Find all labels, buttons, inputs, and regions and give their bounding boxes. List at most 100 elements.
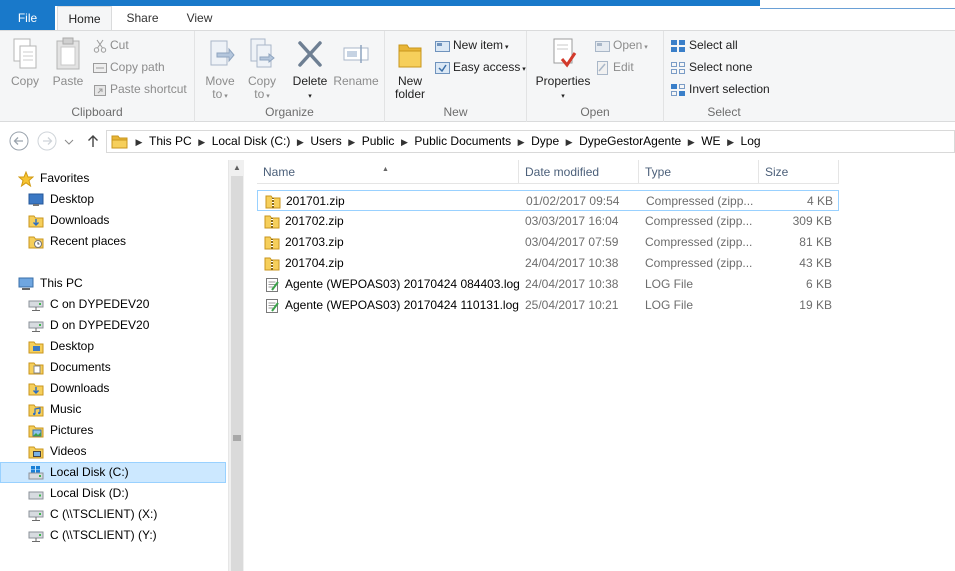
nav-music[interactable]: Music <box>0 399 226 420</box>
breadcrumb-dypegestoragente[interactable]: DypeGestorAgente <box>575 131 685 152</box>
select-none-button[interactable]: Select none <box>670 58 752 76</box>
copy-to-button[interactable]: Copy to ▾ <box>243 37 281 103</box>
nav-this-pc[interactable]: This PC <box>0 273 226 294</box>
cut-button[interactable]: Cut <box>93 36 129 54</box>
copy-button[interactable]: Copy <box>6 37 44 88</box>
nav-downloads-favorite[interactable]: Downloads <box>0 210 226 231</box>
tab-home[interactable]: Home <box>57 6 112 31</box>
clipboard-group-label: Clipboard <box>71 105 123 119</box>
open-group: Properties ▾ Open ▾ Edit Open <box>527 31 664 122</box>
network-drive-icon <box>28 300 44 311</box>
file-row[interactable]: 201702.zip 03/03/2017 16:04 Compressed (… <box>257 211 839 232</box>
column-type-label: Type <box>645 165 672 179</box>
rename-icon <box>343 45 369 63</box>
column-header-size[interactable]: Size <box>759 160 839 184</box>
breadcrumb-separator-icon[interactable]: ▶ <box>515 132 527 153</box>
new-item-button[interactable]: New item ▾ <box>435 36 508 54</box>
nav-desktop[interactable]: Desktop <box>0 336 226 357</box>
select-all-button[interactable]: Select all <box>670 36 738 54</box>
breadcrumb-public[interactable]: Public <box>358 131 399 152</box>
edit-button[interactable]: Edit <box>595 58 634 76</box>
scroll-up-arrow-icon[interactable]: ▲ <box>229 160 245 176</box>
breadcrumb-public-documents[interactable]: Public Documents <box>410 131 515 152</box>
properties-label: Properties <box>535 74 591 88</box>
up-button[interactable] <box>84 130 102 152</box>
new-group-label: New <box>443 105 468 119</box>
log-file-icon <box>266 278 279 292</box>
easy-access-label: Easy access <box>453 60 521 74</box>
delete-button[interactable]: Delete ▾ <box>291 37 329 103</box>
back-button[interactable] <box>8 130 30 152</box>
breadcrumb-separator-icon[interactable]: ▶ <box>725 132 737 153</box>
nav-videos-label: Videos <box>50 444 87 458</box>
breadcrumb-separator-icon[interactable]: ▶ <box>196 132 208 153</box>
breadcrumb-this-pc[interactable]: This PC <box>145 131 196 152</box>
invert-selection-button[interactable]: Invert selection <box>670 80 770 98</box>
file-date-modified: 03/03/2017 16:04 <box>525 214 619 228</box>
ribbon-tab-strip: File Home Share View <box>0 0 955 31</box>
open-button[interactable]: Open ▾ <box>595 36 648 54</box>
file-size: 19 KB <box>799 298 832 312</box>
zip-folder-icon <box>264 215 280 229</box>
tab-view[interactable]: View <box>172 6 227 30</box>
tab-share[interactable]: Share <box>115 6 170 30</box>
file-date-modified: 25/04/2017 10:21 <box>525 298 619 312</box>
file-type: Compressed (zipp... <box>645 214 753 228</box>
network-drive-icon <box>28 321 44 332</box>
nav-downloads[interactable]: Downloads <box>0 378 226 399</box>
nav-recent-places[interactable]: Recent places <box>0 231 226 252</box>
breadcrumb-dype[interactable]: Dype <box>527 131 563 152</box>
file-row[interactable]: 201704.zip 24/04/2017 10:38 Compressed (… <box>257 253 839 274</box>
address-bar[interactable]: ▶ This PC ▶ Local Disk (C:) ▶ Users ▶ Public ▶ Pu… <box>106 130 955 153</box>
file-row[interactable]: Agente (WEPOAS03) 20170424 084403.log 24… <box>257 274 839 295</box>
zip-folder-icon <box>264 257 280 271</box>
breadcrumb-users[interactable]: Users <box>306 131 345 152</box>
breadcrumb-log[interactable]: Log <box>737 131 765 152</box>
nav-c-on-dypedev20[interactable]: C on DYPEDEV20 <box>0 294 226 315</box>
scrollbar-thumb[interactable] <box>231 176 243 571</box>
file-type: Compressed (zipp... <box>645 235 753 249</box>
breadcrumb-separator-icon[interactable]: ▶ <box>685 132 697 153</box>
new-folder-button[interactable]: New folder <box>391 37 429 101</box>
breadcrumb-we[interactable]: WE <box>697 131 724 152</box>
network-drive-icon <box>28 510 44 521</box>
move-to-button[interactable]: Move to ▾ <box>201 37 239 103</box>
nav-documents-label: Documents <box>50 360 111 374</box>
breadcrumb-separator-icon[interactable]: ▶ <box>294 132 306 153</box>
file-row[interactable]: 201703.zip 03/04/2017 07:59 Compressed (… <box>257 232 839 253</box>
copy-path-icon <box>93 62 107 73</box>
nav-tsclient-y[interactable]: C (\\TSCLIENT) (Y:) <box>0 525 226 546</box>
forward-button[interactable] <box>36 130 58 152</box>
breadcrumb-separator-icon[interactable]: ▶ <box>398 132 410 153</box>
delete-x-icon <box>298 41 322 67</box>
file-row[interactable]: 201701.zip 01/02/2017 09:54 Compressed (… <box>257 190 839 211</box>
nav-tsclient-x[interactable]: C (\\TSCLIENT) (X:) <box>0 504 226 525</box>
nav-videos[interactable]: Videos <box>0 441 226 462</box>
nav-documents[interactable]: Documents <box>0 357 226 378</box>
nav-d-on-dypedev20[interactable]: D on DYPEDEV20 <box>0 315 226 336</box>
navigation-pane-scrollbar[interactable]: ▲ <box>228 160 244 571</box>
rename-button[interactable]: Rename <box>333 37 379 88</box>
properties-button[interactable]: Properties ▾ <box>533 37 593 103</box>
breadcrumb-separator-icon[interactable]: ▶ <box>346 132 358 153</box>
clipboard-group: Copy Paste Cut Copy path Paste shortcut … <box>0 31 195 122</box>
nav-favorites[interactable]: Favorites <box>0 168 226 189</box>
nav-local-disk-c[interactable]: Local Disk (C:) <box>0 462 226 483</box>
paste-shortcut-button[interactable]: Paste shortcut <box>93 80 187 98</box>
column-header-name[interactable]: Name ▲ <box>257 160 519 184</box>
nav-tsclient-y-label: C (\\TSCLIENT) (Y:) <box>50 528 157 542</box>
nav-pictures[interactable]: Pictures <box>0 420 226 441</box>
copy-path-button[interactable]: Copy path <box>93 58 165 76</box>
breadcrumb-separator-icon[interactable]: ▶ <box>563 132 575 153</box>
recent-locations-button[interactable] <box>62 130 76 152</box>
column-header-type[interactable]: Type <box>639 160 759 184</box>
nav-local-disk-d[interactable]: Local Disk (D:) <box>0 483 226 504</box>
nav-desktop-favorite[interactable]: Desktop <box>0 189 226 210</box>
easy-access-button[interactable]: Easy access ▾ <box>435 58 526 76</box>
file-row[interactable]: Agente (WEPOAS03) 20170424 110131.log 25… <box>257 295 839 316</box>
file-name: 201703.zip <box>285 235 344 249</box>
paste-button[interactable]: Paste <box>48 37 88 88</box>
breadcrumb-local-disk-c[interactable]: Local Disk (C:) <box>208 131 295 152</box>
column-header-date[interactable]: Date modified <box>519 160 639 184</box>
tab-file[interactable]: File <box>0 6 55 30</box>
